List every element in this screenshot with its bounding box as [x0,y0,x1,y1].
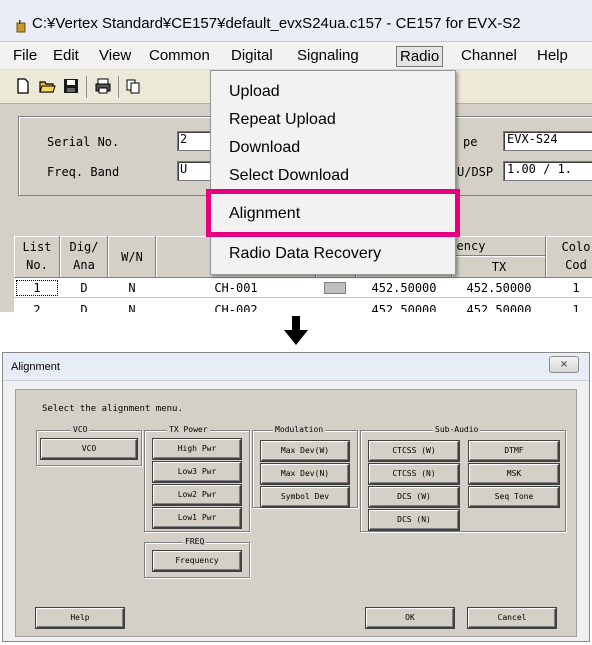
frequency-button[interactable]: Frequency [153,551,241,571]
menu-item-download[interactable]: Download [229,139,300,157]
col-header-tx[interactable]: TX [452,256,546,278]
col-header-dig-ana[interactable]: Dig/ Ana [60,236,108,278]
menu-common[interactable]: Common [146,46,213,65]
max-dev-w-button[interactable]: Max Dev(W) [261,441,349,461]
menu-digital[interactable]: Digital [228,46,276,65]
symbol-dev-button[interactable]: Symbol Dev [261,487,349,507]
menu-help[interactable]: Help [534,46,571,65]
menu-item-select-download[interactable]: Select Download [229,167,349,185]
ctcss-w-button[interactable]: CTCSS (W) [369,441,459,461]
radio-type-field: EVX-S24 [503,131,592,151]
modulation-group: Modulation Max Dev(W) Max Dev(N) Symbol … [252,425,358,508]
tx-power-group-title: TX Power [167,425,210,434]
table-row[interactable]: 2 D N CH-002 452.50000 452.50000 1 [14,298,592,312]
freq-band-label: Freq. Band [47,165,120,179]
dcs-w-button[interactable]: DCS (W) [369,487,459,507]
print-icon[interactable] [94,77,112,95]
scan-checkbox[interactable] [324,282,346,294]
dialog-title: Alignment [11,361,60,373]
freq-group: FREQ Frequency [144,537,250,578]
alignment-dialog: Alignment ⨯ Select the alignment menu. V… [2,352,590,642]
menu-view[interactable]: View [96,46,134,65]
menu-signaling[interactable]: Signaling [294,46,362,65]
col-header-list[interactable]: List No. [14,236,60,278]
ctcss-n-button[interactable]: CTCSS (N) [369,464,459,484]
cancel-button[interactable]: Cancel [468,608,556,628]
instruction-text: Select the alignment menu. [42,404,183,414]
msk-button[interactable]: MSK [469,464,559,484]
high-pwr-button[interactable]: High Pwr [153,439,241,459]
help-button[interactable]: Help [36,608,124,628]
vco-group: VCO VCO [36,425,142,466]
dialog-body: Select the alignment menu. VCO VCO TX Po… [15,389,577,637]
window-title: C:¥Vertex Standard¥CE157¥default_evxS24u… [32,15,521,32]
col-header-wn[interactable]: W/N [108,236,156,278]
dsp-field: 1.00 / 1. [503,161,592,181]
menu-edit[interactable]: Edit [50,46,82,65]
copy-icon[interactable] [124,77,142,95]
dsp-label: U/DSP [457,165,494,179]
dtmf-button[interactable]: DTMF [469,441,559,461]
low3-pwr-button[interactable]: Low3 Pwr [153,462,241,482]
vco-group-title: VCO [71,425,90,434]
serial-label: Serial No. [47,135,120,149]
toolbar-separator [118,76,119,98]
app-icon [16,20,26,33]
tx-power-group: TX Power High Pwr Low3 Pwr Low2 Pwr Low1… [144,425,250,532]
modulation-group-title: Modulation [273,425,326,434]
menu-bar: File Edit View Common Digital Signaling … [0,42,592,70]
vco-button[interactable]: VCO [41,439,137,459]
radio-type-label: pe [463,135,478,149]
down-arrow-icon [284,316,308,345]
menu-item-upload[interactable]: Upload [229,83,280,101]
radio-menu-dropdown: Upload Repeat Upload Download Select Dow… [210,70,456,275]
table-row[interactable]: 1 D N CH-001 452.50000 452.50000 1 [14,278,592,298]
low2-pwr-button[interactable]: Low2 Pwr [153,485,241,505]
ok-button[interactable]: OK [366,608,454,628]
dialog-title-bar: Alignment ⨯ [3,353,589,381]
title-bar: C:¥Vertex Standard¥CE157¥default_evxS24u… [0,0,592,42]
menu-item-repeat-upload[interactable]: Repeat Upload [229,111,336,129]
new-file-icon[interactable] [14,77,32,95]
max-dev-n-button[interactable]: Max Dev(N) [261,464,349,484]
low1-pwr-button[interactable]: Low1 Pwr [153,508,241,528]
menu-channel[interactable]: Channel [458,46,520,65]
close-icon: ⨯ [559,359,569,370]
open-folder-icon[interactable] [38,77,56,95]
col-header-color-code[interactable]: Colo Cod [546,236,592,278]
sub-audio-group: Sub-Audio CTCSS (W) CTCSS (N) DCS (W) DC… [360,425,566,532]
toolbar-separator [86,76,87,98]
close-button[interactable]: ⨯ [549,356,579,373]
freq-group-title: FREQ [183,537,207,546]
menu-file[interactable]: File [10,46,40,65]
dcs-n-button[interactable]: DCS (N) [369,510,459,530]
menu-radio[interactable]: Radio [396,46,444,67]
sub-audio-group-title: Sub-Audio [433,425,481,434]
main-window: C:¥Vertex Standard¥CE157¥default_evxS24u… [0,0,592,312]
seq-tone-button[interactable]: Seq Tone [469,487,559,507]
menu-item-radio-data-recovery[interactable]: Radio Data Recovery [229,245,381,263]
highlight-box [206,189,460,237]
save-icon[interactable] [62,77,80,95]
